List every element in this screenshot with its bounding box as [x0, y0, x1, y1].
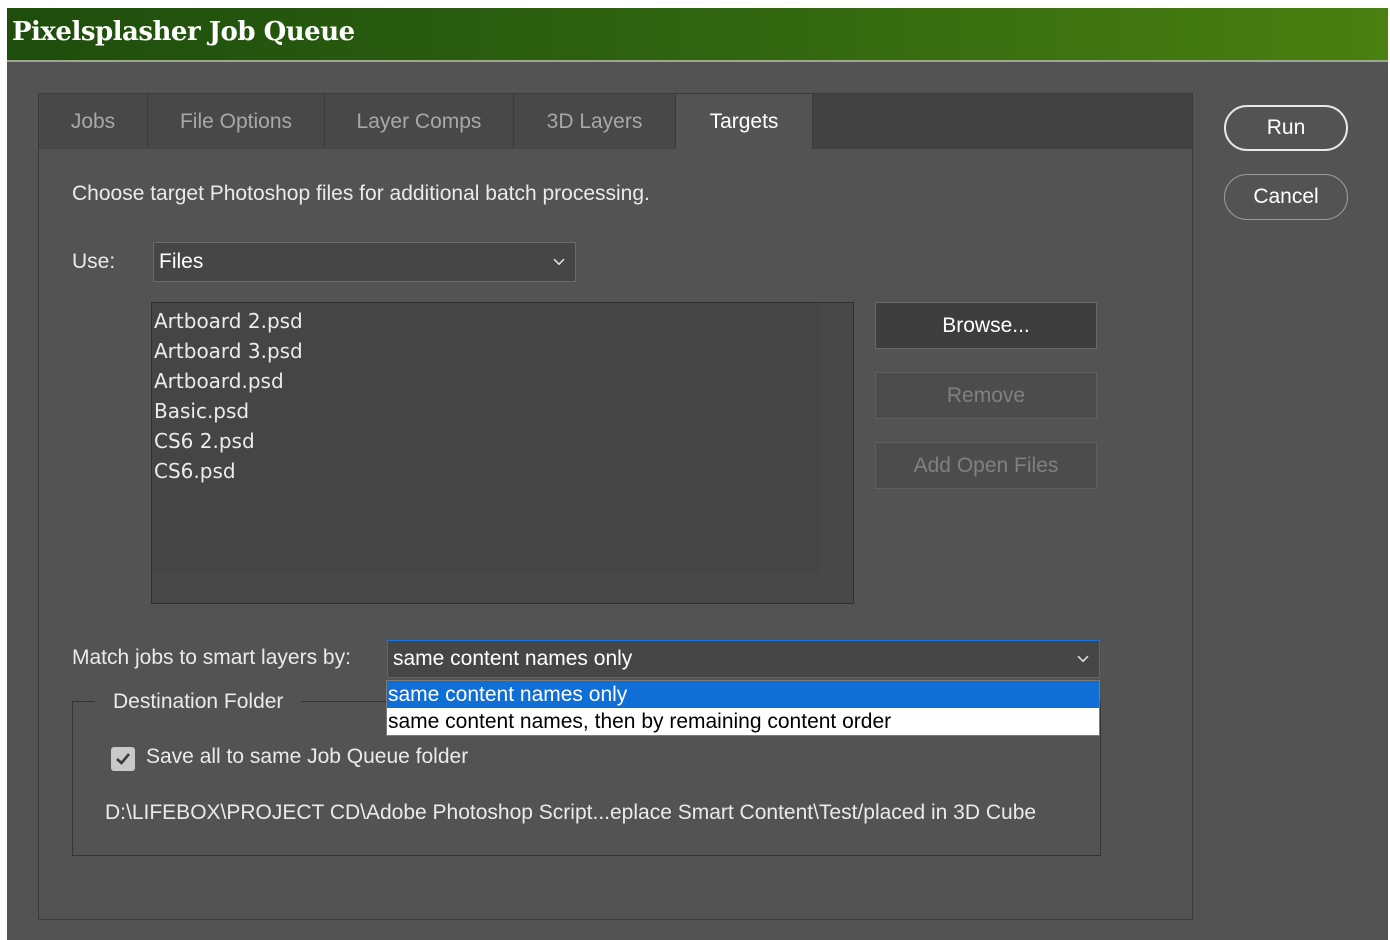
checkmark-icon — [116, 753, 130, 765]
chevron-down-icon — [553, 258, 565, 266]
match-select-value: same content names only — [393, 647, 633, 670]
chevron-down-icon — [1077, 655, 1089, 663]
match-options-dropdown[interactable]: same content names only same content nam… — [386, 680, 1100, 736]
target-files-list[interactable]: Artboard 2.psd Artboard 3.psd Artboard.p… — [151, 302, 854, 604]
targets-description: Choose target Photoshop files for additi… — [72, 182, 650, 205]
destination-path: D:\LIFEBOX\PROJECT CD\Adobe Photoshop Sc… — [105, 801, 1037, 824]
list-item[interactable]: CS6.psd — [152, 456, 853, 486]
list-horizontal-scrollbar[interactable] — [152, 573, 853, 603]
tab-targets[interactable]: Targets — [676, 94, 813, 149]
list-item[interactable]: Artboard 2.psd — [152, 306, 853, 336]
dropdown-option[interactable]: same content names, then by remaining co… — [387, 708, 1099, 735]
run-button[interactable]: Run — [1224, 105, 1348, 151]
list-item[interactable]: Artboard 3.psd — [152, 336, 853, 366]
dropdown-option[interactable]: same content names only — [387, 681, 1099, 708]
tab-jobs[interactable]: Jobs — [39, 94, 148, 149]
use-select[interactable]: Files — [153, 242, 576, 282]
list-item[interactable]: Artboard.psd — [152, 366, 853, 396]
tab-strip: Jobs File Options Layer Comps 3D Layers … — [39, 94, 1192, 149]
tab-file-options[interactable]: File Options — [148, 94, 325, 149]
tab-panel: Jobs File Options Layer Comps 3D Layers … — [38, 93, 1193, 920]
destination-folder-legend: Destination Folder — [95, 690, 302, 714]
list-item[interactable]: Basic.psd — [152, 396, 853, 426]
tab-layer-comps[interactable]: Layer Comps — [325, 94, 514, 149]
remove-button[interactable]: Remove — [875, 372, 1097, 419]
cancel-button[interactable]: Cancel — [1224, 174, 1348, 220]
save-same-folder-label[interactable]: Save all to same Job Queue folder — [146, 745, 468, 769]
title-bar[interactable]: Pixelsplasher Job Queue — [7, 8, 1388, 62]
use-select-value: Files — [159, 250, 204, 273]
window-title: Pixelsplasher Job Queue — [12, 17, 355, 47]
use-label: Use: — [72, 250, 116, 273]
tab-3d-layers[interactable]: 3D Layers — [514, 94, 676, 149]
match-select[interactable]: same content names only — [387, 640, 1100, 678]
browse-button[interactable]: Browse... — [875, 302, 1097, 349]
save-same-folder-checkbox[interactable] — [111, 747, 135, 771]
list-item[interactable]: CS6 2.psd — [152, 426, 853, 456]
job-queue-dialog: Pixelsplasher Job Queue Jobs File Option… — [7, 8, 1388, 940]
add-open-files-button[interactable]: Add Open Files — [875, 442, 1097, 489]
match-label: Match jobs to smart layers by: — [72, 646, 351, 669]
